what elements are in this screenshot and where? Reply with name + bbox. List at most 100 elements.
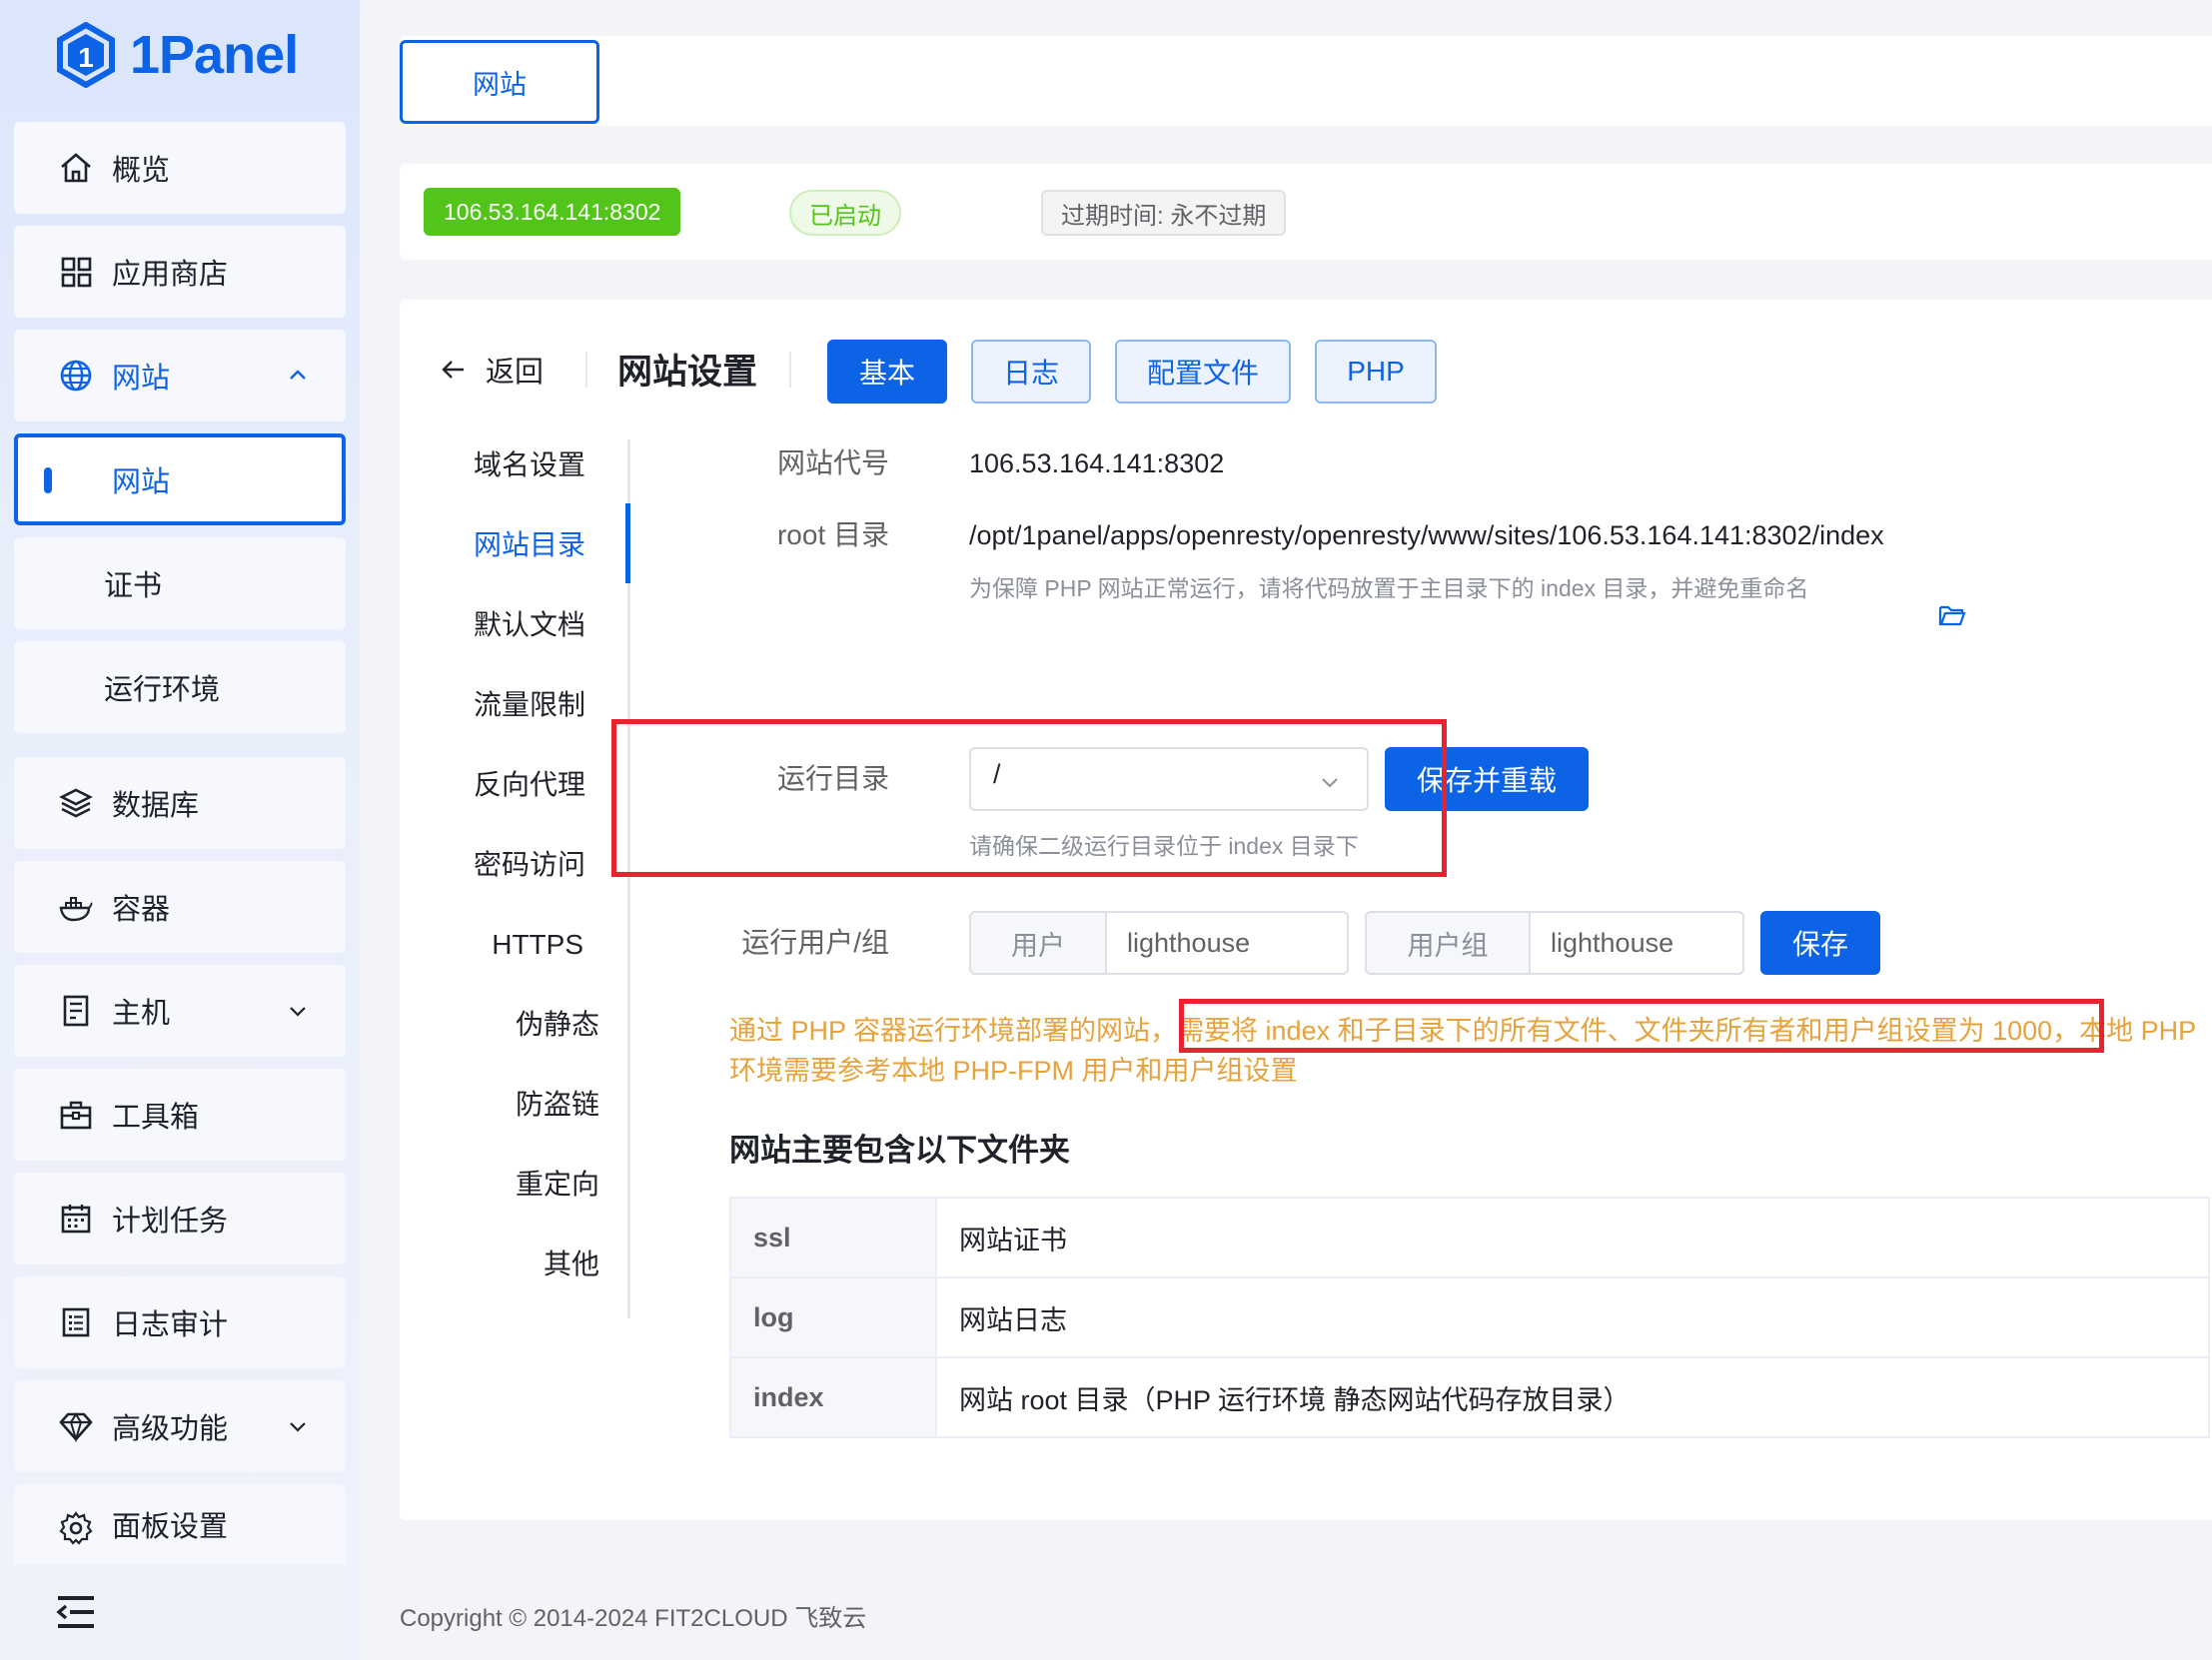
sidebar-item-label: 计划任务: [112, 1206, 229, 1238]
sidebar-item-label: 高级功能: [112, 1413, 229, 1445]
page-title: 网站设置: [617, 353, 758, 392]
back-label: 返回: [486, 357, 545, 389]
folders-section-title: 网站主要包含以下文件夹: [729, 1133, 1070, 1168]
menu-item-https[interactable]: HTTPS: [492, 923, 583, 967]
sidebar: 1 1Panel 概览 应用商店 网站 网站 证书 运行环境 数据库 容器 主机…: [0, 0, 360, 1660]
divider: [789, 352, 791, 388]
home-icon: [61, 153, 91, 183]
sidebar-item-settings[interactable]: 面板设置: [14, 1484, 346, 1564]
sidebar-item-containers[interactable]: 容器: [14, 861, 346, 953]
user-input[interactable]: lighthouse: [1107, 913, 1250, 973]
logo-text: 1Panel: [130, 25, 299, 85]
save-button[interactable]: 保存: [1760, 911, 1880, 975]
sidebar-item-toolbox[interactable]: 工具箱: [14, 1069, 346, 1161]
sidebar-item-label: 网站: [112, 363, 171, 395]
group-input-group[interactable]: 用户组 lighthouse: [1365, 911, 1744, 975]
log-icon: [62, 1307, 90, 1337]
sidebar-item-label: 工具箱: [112, 1102, 200, 1134]
menu-item-redirect[interactable]: 重定向: [516, 1163, 599, 1207]
menu-item-domain[interactable]: 域名设置: [474, 443, 585, 487]
sidebar-item-label: 容器: [112, 894, 171, 926]
tab-website[interactable]: 网站: [400, 40, 599, 124]
chevron-down-icon: [290, 1422, 306, 1432]
sidebar-item-websites[interactable]: 网站: [14, 330, 346, 421]
sidebar-item-cron[interactable]: 计划任务: [14, 1173, 346, 1264]
sidebar-item-host[interactable]: 主机: [14, 965, 346, 1057]
root-dir-hint: 为保障 PHP 网站正常运行，请将代码放置于主目录下的 index 目录，并避免…: [969, 575, 1809, 601]
sidebar-item-logs[interactable]: 日志审计: [14, 1276, 346, 1368]
chevron-up-icon: [290, 370, 306, 380]
back-button[interactable]: 返回: [440, 348, 544, 392]
highlight-box-run-dir: [611, 719, 1447, 877]
settings-menu: 域名设置 网站目录 默认文档 流量限制 反向代理 密码访问 HTTPS 伪静态 …: [400, 439, 631, 1318]
menu-item-other[interactable]: 其他: [544, 1243, 599, 1286]
group-input[interactable]: lighthouse: [1531, 913, 1673, 973]
sidebar-subitem-websites[interactable]: 网站: [14, 433, 346, 525]
toolbox-icon: [60, 1101, 92, 1130]
folder-open-icon[interactable]: [1938, 603, 1966, 627]
chevron-down-icon: [290, 1007, 306, 1017]
folder-name: log: [729, 1276, 937, 1358]
calendar-icon: [61, 1205, 91, 1234]
server-icon: [63, 995, 89, 1027]
folder-name: ssl: [729, 1197, 937, 1278]
sidebar-item-label: 面板设置: [112, 1511, 229, 1543]
tab-config-file[interactable]: 配置文件: [1115, 340, 1291, 404]
sidebar-item-app-store[interactable]: 应用商店: [14, 226, 346, 318]
alias-value: 106.53.164.141:8302: [969, 448, 1225, 478]
sidebar-item-overview[interactable]: 概览: [14, 122, 346, 214]
arrow-left-icon: [442, 361, 464, 379]
active-indicator: [44, 467, 52, 493]
run-user-group-label: 运行用户/组: [741, 927, 889, 958]
grid-icon: [61, 257, 92, 288]
menu-item-rate-limit[interactable]: 流量限制: [474, 683, 585, 727]
folder-name: index: [729, 1356, 937, 1438]
main-area: 网站 106.53.164.141:8302 已启动 过期时间: 永不过期 返回…: [360, 0, 2212, 1660]
folder-description: 网站 root 目录（PHP 运行环境 静态网站代码存放目录）: [935, 1356, 2210, 1438]
menu-item-rewrite[interactable]: 伪静态: [516, 1003, 599, 1047]
collapse-menu-icon[interactable]: [56, 1594, 96, 1630]
website-settings-card: 返回 网站设置 基本 日志 配置文件 PHP 域名设置 网站目录 默认文档 流量…: [400, 300, 2212, 1520]
logo[interactable]: 1 1Panel: [56, 20, 299, 90]
sidebar-subitem-runtime[interactable]: 运行环境: [14, 641, 346, 733]
folder-description: 网站日志: [935, 1276, 2210, 1358]
table-row: log 网站日志: [729, 1276, 2210, 1358]
expire-badge: 过期时间: 永不过期: [1041, 190, 1287, 236]
user-prefix: 用户: [971, 913, 1107, 973]
status-badge: 已启动: [789, 190, 901, 236]
sidebar-subitem-label: 证书: [104, 570, 163, 602]
sidebar-item-label: 主机: [112, 998, 171, 1030]
menu-item-password-access[interactable]: 密码访问: [474, 843, 585, 887]
menu-active-marker: [625, 503, 630, 583]
tab-basic[interactable]: 基本: [827, 340, 947, 404]
diamond-icon: [59, 1412, 93, 1443]
sidebar-item-label: 概览: [112, 155, 171, 187]
layers-icon: [59, 788, 93, 818]
menu-item-site-directory[interactable]: 网站目录: [474, 523, 585, 567]
alias-label: 网站代号: [776, 447, 889, 478]
website-address-tag: 106.53.164.141:8302: [424, 188, 681, 236]
tab-php[interactable]: PHP: [1315, 340, 1437, 404]
root-dir-label: root 目录: [776, 519, 889, 550]
footer-copyright: Copyright © 2014-2024 FIT2CLOUD 飞致云: [400, 1605, 867, 1632]
logo-icon: 1: [57, 22, 115, 88]
globe-icon: [60, 360, 92, 392]
sidebar-item-database[interactable]: 数据库: [14, 757, 346, 849]
root-dir-value: /opt/1panel/apps/openresty/openresty/www…: [969, 520, 1884, 550]
tab-log[interactable]: 日志: [971, 340, 1091, 404]
group-prefix: 用户组: [1367, 913, 1531, 973]
gear-icon: [59, 1511, 93, 1545]
website-info-bar: 106.53.164.141:8302 已启动 过期时间: 永不过期: [400, 164, 2212, 260]
user-input-group[interactable]: 用户 lighthouse: [969, 911, 1349, 975]
sidebar-item-advanced[interactable]: 高级功能: [14, 1380, 346, 1472]
docker-icon: [59, 897, 93, 922]
menu-item-default-doc[interactable]: 默认文档: [474, 603, 585, 647]
folders-table: ssl 网站证书 log 网站日志 index 网站 root 目录（PHP 运…: [729, 1197, 2210, 1438]
sidebar-item-label: 应用商店: [112, 259, 229, 291]
sidebar-subitem-certificates[interactable]: 证书: [14, 537, 346, 629]
sidebar-subitem-label: 网站: [112, 466, 171, 498]
menu-item-reverse-proxy[interactable]: 反向代理: [474, 763, 585, 807]
table-row: index 网站 root 目录（PHP 运行环境 静态网站代码存放目录）: [729, 1356, 2210, 1438]
folder-description: 网站证书: [935, 1197, 2210, 1278]
menu-item-anti-leech[interactable]: 防盗链: [516, 1083, 599, 1127]
